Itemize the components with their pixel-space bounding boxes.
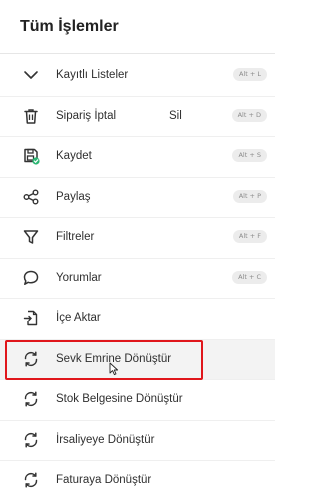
menu-item-label: Kaydet: [56, 150, 92, 162]
menu-item-label: Stok Belgesine Dönüştür: [56, 393, 183, 405]
menu-item-label: İçe Aktar: [56, 312, 101, 324]
menu-item-filters[interactable]: Filtreler Alt + F: [0, 218, 275, 259]
menu-item-label: Kayıtlı Listeler: [56, 69, 129, 81]
shortcut-badge: Alt + P: [232, 189, 267, 203]
menu-item-convert-invoice[interactable]: Faturaya Dönüştür: [0, 461, 275, 502]
mouse-cursor-icon: [109, 362, 119, 376]
menu-item-convert-stock-document[interactable]: Stok Belgesine Dönüştür: [0, 380, 275, 421]
menu-item-label: Faturaya Dönüştür: [56, 474, 152, 486]
file-import-icon: [22, 309, 40, 327]
comment-icon: [22, 269, 40, 287]
convert-icon: [22, 471, 40, 489]
actions-list: Kayıtlı Listeler Alt + L Sipariş İptal S…: [0, 56, 275, 502]
menu-item-label: Filtreler: [56, 231, 95, 243]
filter-icon: [22, 228, 40, 246]
save-check-icon: [22, 147, 40, 165]
shortcut-badge: Alt + C: [232, 270, 267, 284]
menu-item-label: Paylaş: [56, 190, 91, 203]
share-icon: [22, 188, 40, 206]
shortcut-badge: Alt + L: [232, 68, 267, 81]
shortcut-badge: Alt + D: [231, 108, 267, 122]
menu-item-label: Yorumlar: [56, 271, 102, 284]
panel-title: Tüm İşlemler: [20, 18, 119, 35]
convert-icon: [22, 390, 40, 408]
shortcut-badge: Alt + S: [232, 149, 267, 162]
menu-item-share[interactable]: Paylaş Alt + P: [0, 178, 275, 218]
convert-icon: [22, 431, 40, 449]
menu-item-label: Sipariş İptal: [56, 109, 117, 122]
delete-text: Sil: [169, 109, 182, 122]
trash-icon: [22, 107, 40, 125]
chevron-down-icon: [22, 66, 40, 84]
menu-item-import[interactable]: İçe Aktar: [0, 299, 275, 340]
menu-item-cancel-order[interactable]: Sipariş İptal Sil Alt + D: [0, 97, 275, 137]
actions-panel: Tüm İşlemler Kayıtlı Listeler Alt + L Si…: [0, 0, 275, 500]
menu-item-save[interactable]: Kaydet Alt + S: [0, 137, 275, 178]
menu-item-convert-waybill[interactable]: İrsaliyeye Dönüştür: [0, 421, 275, 461]
menu-item-comments[interactable]: Yorumlar Alt + C: [0, 259, 275, 299]
menu-item-label: İrsaliyeye Dönüştür: [56, 433, 155, 446]
divider: [0, 53, 275, 54]
shortcut-badge: Alt + F: [232, 230, 267, 243]
highlight-box: [5, 340, 203, 380]
menu-item-saved-lists[interactable]: Kayıtlı Listeler Alt + L: [0, 56, 275, 97]
